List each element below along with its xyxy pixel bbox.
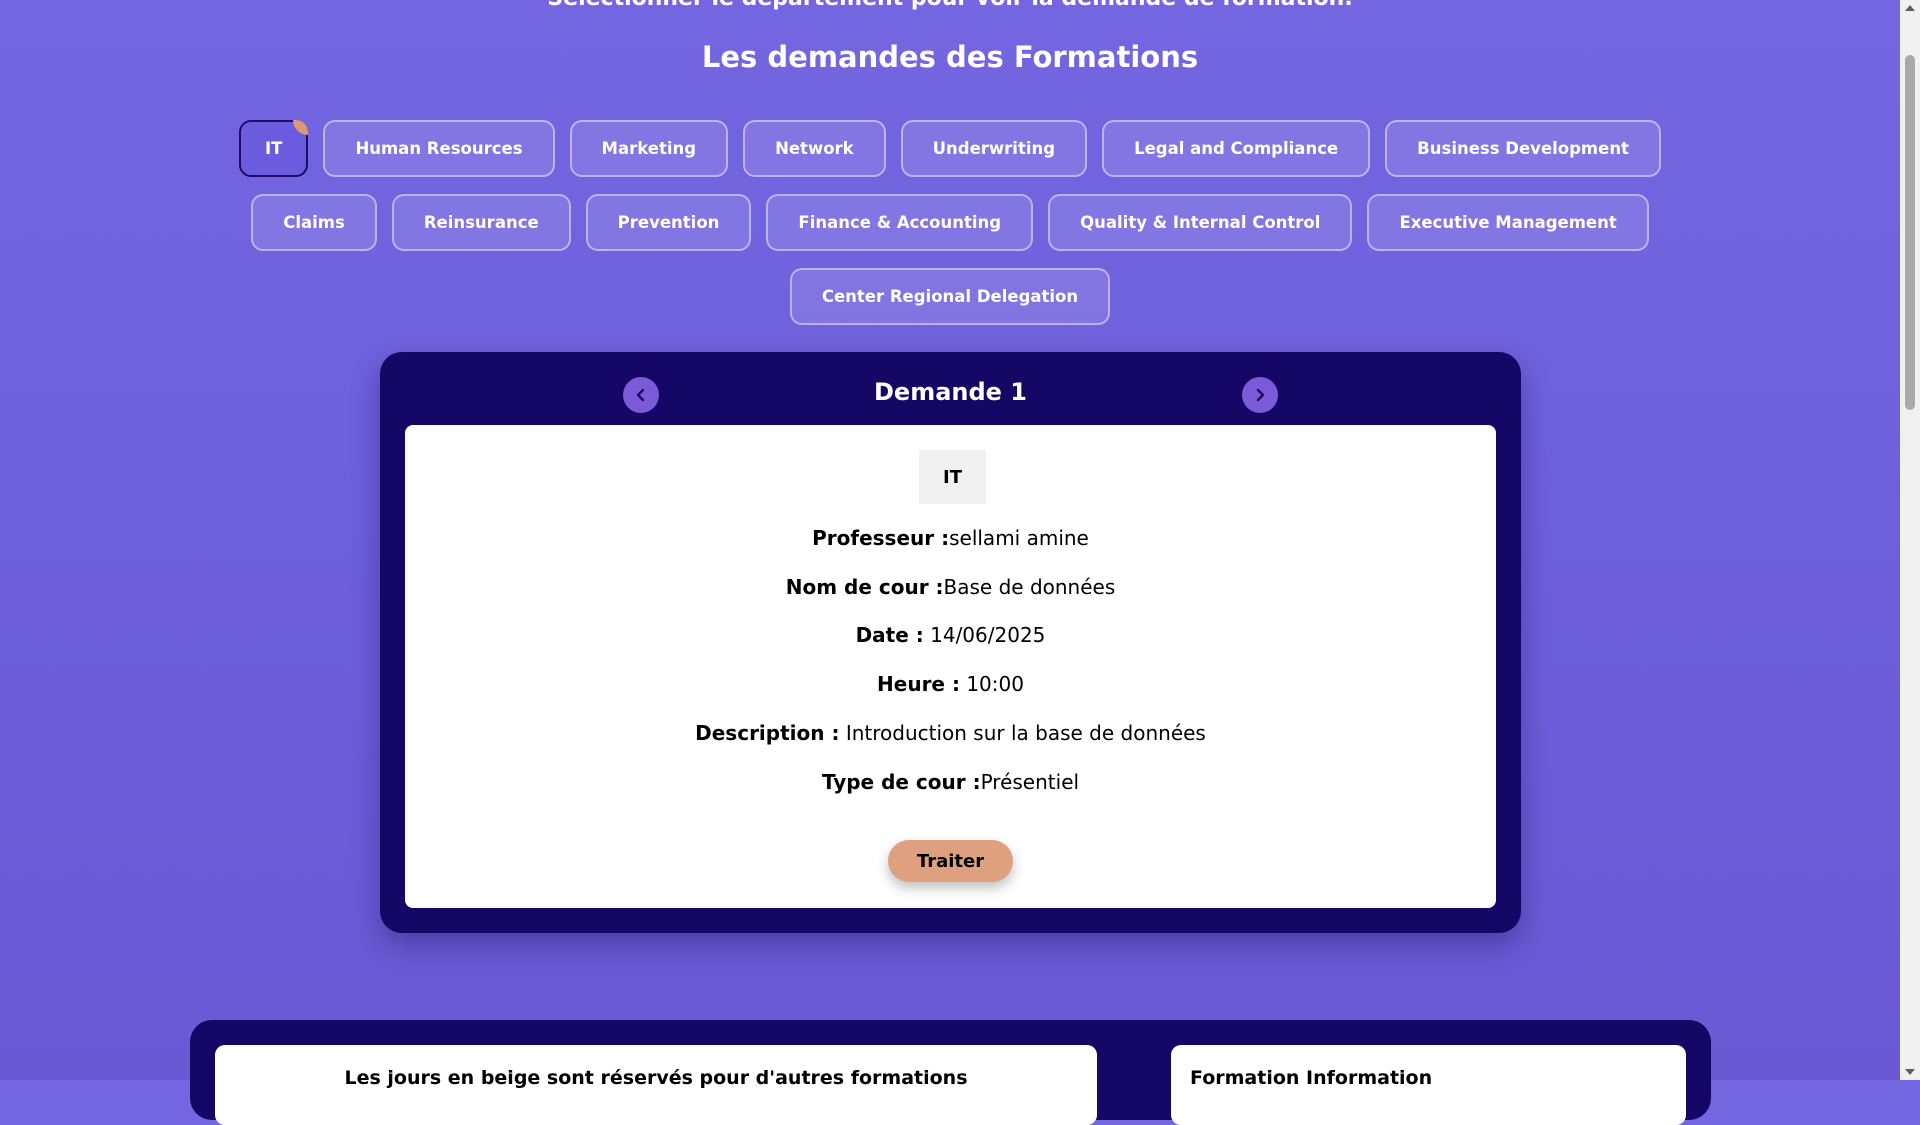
formation-info-card: Formation Information [1171, 1045, 1686, 1125]
course-type-value: Présentiel [980, 770, 1080, 794]
course-label: Nom de cour : [785, 575, 944, 599]
department-button-underwriting[interactable]: Underwriting [900, 120, 1088, 177]
department-button-reinsurance[interactable]: Reinsurance [391, 194, 571, 251]
time-label: Heure : [877, 672, 960, 696]
professor-label: Professeur : [812, 526, 950, 550]
department-button-quality-internal-control[interactable]: Quality & Internal Control [1048, 194, 1353, 251]
page-instruction: Selectionner le département pour voir la… [0, 0, 1900, 11]
department-button-human-resources[interactable]: Human Resources [323, 120, 555, 177]
department-button-network[interactable]: Network [743, 120, 886, 177]
request-title: Demande 1 [874, 378, 1027, 406]
vertical-scrollbar[interactable] [1900, 0, 1920, 1080]
date-value: 14/06/2025 [923, 623, 1046, 647]
description-value: Introduction sur la base de données [839, 721, 1206, 745]
bottom-panel: Les jours en beige sont réservés pour d'… [190, 1020, 1711, 1125]
selected-indicator [293, 120, 309, 135]
scroll-thumb[interactable] [1905, 55, 1915, 410]
treat-button[interactable]: Traiter [888, 840, 1013, 882]
date-label: Date : [855, 623, 924, 647]
department-button-marketing[interactable]: Marketing [569, 120, 729, 177]
course-line: Nom de cour :Base de données [405, 575, 1496, 599]
professor-value: sellami amine [949, 526, 1089, 550]
time-line: Heure : 10:00 [405, 672, 1496, 696]
chevron-right-icon [1256, 388, 1265, 402]
department-button-prevention[interactable]: Prevention [585, 194, 752, 251]
request-panel: Demande 1 IT Professeur :sellami amine N… [380, 352, 1521, 933]
request-card: IT Professeur :sellami amine Nom de cour… [405, 425, 1496, 908]
scroll-up-arrow-icon[interactable] [1905, 5, 1915, 11]
date-line: Date : 14/06/2025 [405, 623, 1496, 647]
department-badge: IT [919, 450, 986, 504]
course-value: Base de données [943, 575, 1116, 599]
department-button-center-regional-delegation[interactable]: Center Regional Delegation [789, 268, 1111, 325]
calendar-card: Les jours en beige sont réservés pour d'… [215, 1045, 1097, 1125]
time-value: 10:00 [959, 672, 1024, 696]
course-type-line: Type de cour :Présentiel [405, 770, 1496, 794]
course-type-label: Type de cour : [821, 770, 981, 794]
department-row-3: Center Regional Delegation [0, 268, 1900, 325]
department-button-it[interactable]: IT [239, 120, 309, 177]
next-request-button[interactable] [1242, 377, 1278, 413]
scroll-down-arrow-icon[interactable] [1905, 1069, 1915, 1075]
department-row-1: IT Human Resources Marketing Network Und… [0, 120, 1900, 177]
department-button-finance-accounting[interactable]: Finance & Accounting [766, 194, 1034, 251]
description-line: Description : Introduction sur la base d… [405, 721, 1496, 745]
department-button-legal-compliance[interactable]: Legal and Compliance [1102, 120, 1371, 177]
department-button-claims[interactable]: Claims [251, 194, 377, 251]
department-button-business-development[interactable]: Business Development [1385, 120, 1661, 177]
formation-info-title: Formation Information [1190, 1067, 1433, 1089]
department-button-executive-management[interactable]: Executive Management [1367, 194, 1649, 251]
page-title: Les demandes des Formations [701, 40, 1199, 74]
department-label: IT [265, 139, 283, 158]
professor-line: Professeur :sellami amine [405, 526, 1496, 550]
calendar-note: Les jours en beige sont réservés pour d'… [344, 1067, 968, 1089]
description-label: Description : [695, 721, 840, 745]
department-row-2: Claims Reinsurance Prevention Finance & … [0, 194, 1900, 251]
